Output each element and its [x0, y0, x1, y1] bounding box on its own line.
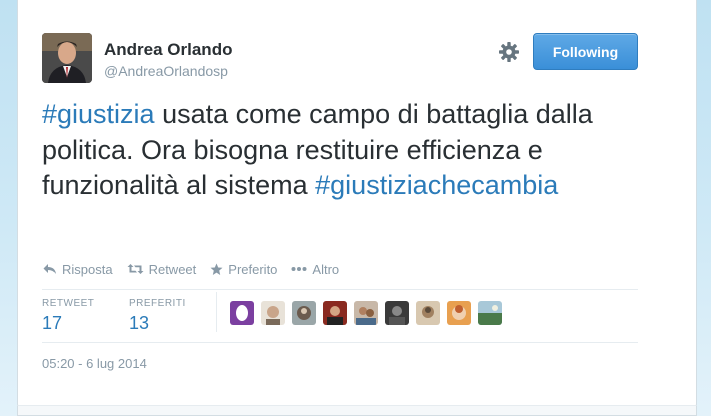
tweet-text: #giustizia usata come campo di battaglia…: [42, 97, 642, 204]
favoriters-facepile: [230, 301, 502, 325]
more-icon: [291, 267, 307, 271]
following-button[interactable]: Following: [533, 33, 638, 70]
hashtag-link[interactable]: #giustiziachecambia: [315, 170, 558, 200]
tweet-actions: Risposta Retweet Preferito Altro: [43, 261, 353, 277]
stats-divider: [216, 292, 217, 332]
favorite-count[interactable]: 13: [129, 313, 186, 334]
star-icon: [210, 263, 223, 275]
reply-button[interactable]: Risposta: [43, 262, 113, 277]
hashtag-link[interactable]: #giustizia: [42, 99, 155, 129]
more-label: Altro: [312, 261, 340, 277]
user-avatar[interactable]: [416, 301, 440, 325]
stats-bottom-divider: [42, 342, 638, 343]
retweet-count[interactable]: 17: [42, 313, 94, 334]
reply-label: Risposta: [62, 261, 113, 277]
user-avatar[interactable]: [478, 301, 502, 325]
retweet-button[interactable]: Retweet: [127, 261, 197, 277]
more-button[interactable]: Altro: [291, 262, 339, 277]
author-avatar[interactable]: [42, 33, 92, 83]
author-username[interactable]: @AndreaOrlandosp: [104, 63, 228, 79]
user-avatar[interactable]: [261, 301, 285, 325]
favorite-label: Preferito: [228, 261, 278, 277]
favorite-count-label: PREFERITI: [129, 298, 186, 309]
user-avatar[interactable]: [354, 301, 378, 325]
user-avatar[interactable]: [230, 301, 254, 325]
favorite-button[interactable]: Preferito: [210, 262, 277, 277]
reply-strip: [17, 405, 697, 416]
retweet-label: Retweet: [148, 261, 197, 277]
user-avatar[interactable]: [385, 301, 409, 325]
gear-icon[interactable]: [497, 40, 521, 64]
favorite-stat[interactable]: PREFERITI 13: [129, 298, 186, 334]
tweet-timestamp[interactable]: 05:20 - 6 lug 2014: [42, 356, 147, 371]
user-avatar[interactable]: [292, 301, 316, 325]
retweet-count-label: RETWEET: [42, 298, 95, 309]
user-avatar[interactable]: [323, 301, 347, 325]
retweet-icon: [127, 264, 144, 274]
stats-top-divider: [42, 289, 638, 290]
reply-icon: [43, 264, 56, 274]
retweet-stat[interactable]: RETWEET 17: [42, 298, 94, 334]
author-fullname[interactable]: Andrea Orlando: [104, 40, 232, 60]
user-avatar[interactable]: [447, 301, 471, 325]
